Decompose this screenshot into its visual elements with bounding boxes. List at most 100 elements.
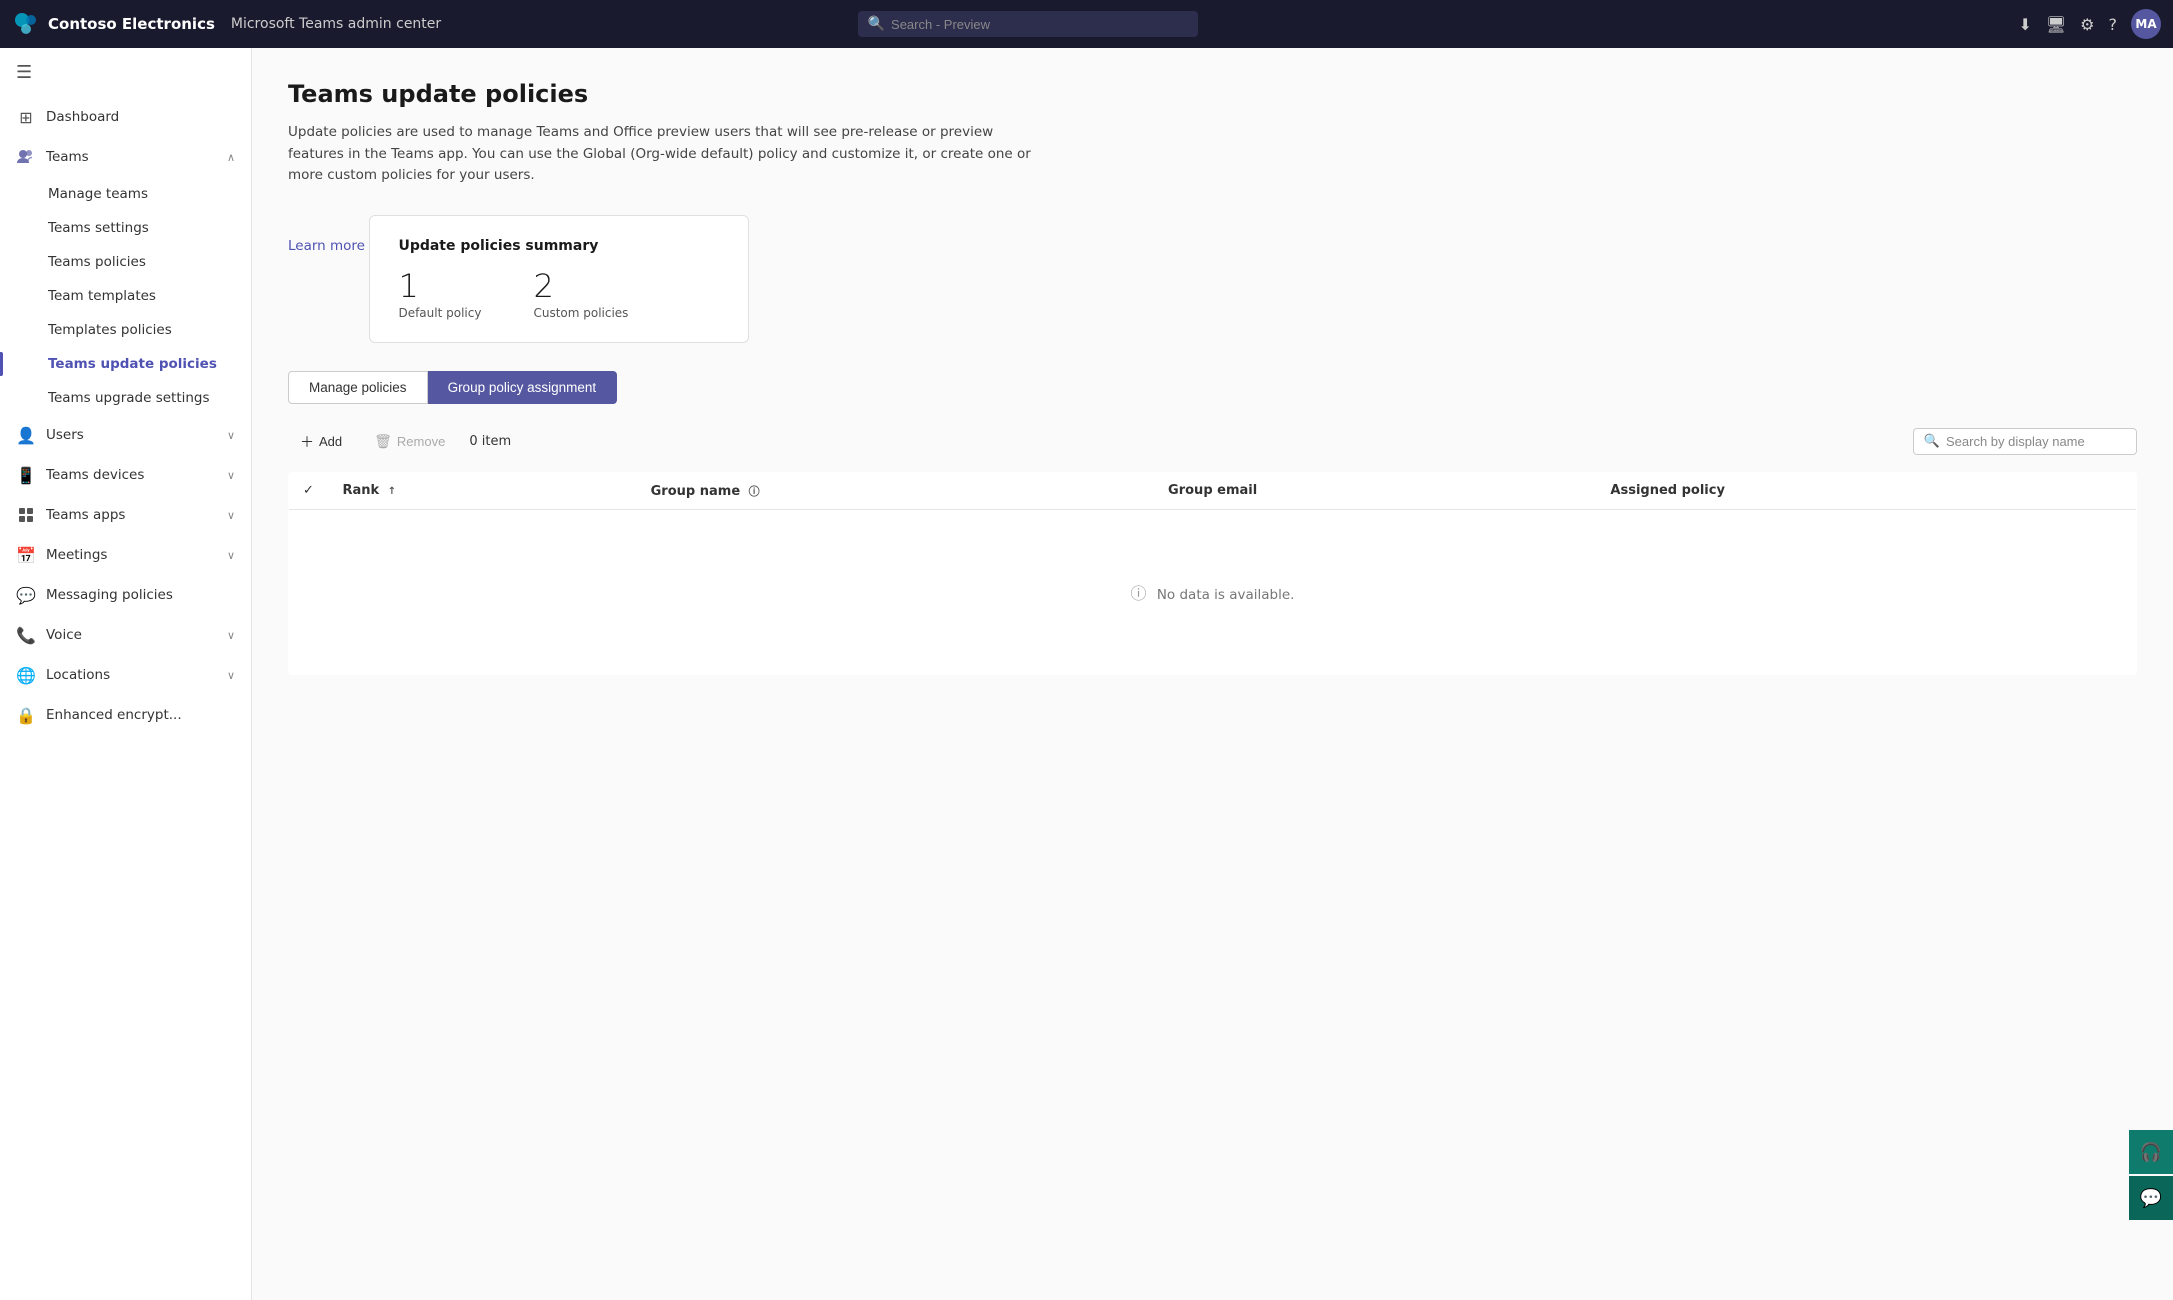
- add-label: Add: [319, 434, 342, 449]
- remove-label: Remove: [397, 434, 445, 449]
- app-body: ☰ ⊞ Dashboard Teams ∧ Manage teams: [0, 48, 2173, 1300]
- headset-icon: 🎧: [2140, 1142, 2162, 1163]
- main-content: Teams update policies Update policies ar…: [252, 48, 2173, 1300]
- headset-button[interactable]: 🎧: [2129, 1130, 2173, 1174]
- no-data-icon: ⓘ: [1131, 584, 1147, 603]
- meetings-icon: 📅: [16, 545, 36, 565]
- sidebar-item-teams-update-policies[interactable]: Teams update policies: [0, 347, 251, 381]
- sidebar-item-manage-teams[interactable]: Manage teams: [0, 177, 251, 211]
- manage-teams-label: Manage teams: [48, 186, 148, 202]
- sidebar-item-enhanced-encrypt[interactable]: 🔒 Enhanced encrypt...: [0, 695, 251, 735]
- summary-card: Update policies summary 1 Default policy…: [369, 215, 749, 343]
- table-search-icon: 🔍: [1924, 434, 1940, 449]
- locations-chevron-icon: ∨: [227, 669, 235, 682]
- sidebar-messaging-label: Messaging policies: [46, 587, 173, 603]
- locations-icon: 🌐: [16, 665, 36, 685]
- brand-name: Contoso Electronics: [48, 15, 215, 33]
- voice-chevron-icon: ∨: [227, 629, 235, 642]
- sidebar-item-teams-policies[interactable]: Teams policies: [0, 245, 251, 279]
- sidebar-item-voice[interactable]: 📞 Voice ∨: [0, 615, 251, 655]
- search-input[interactable]: [891, 17, 1188, 32]
- stat-default-number: 1: [398, 270, 418, 302]
- display-icon[interactable]: 🖥: [2046, 15, 2066, 34]
- hamburger-button[interactable]: ☰: [0, 48, 251, 97]
- sidebar-voice-label: Voice: [46, 627, 82, 643]
- floating-buttons: 🎧 💬: [2129, 1130, 2173, 1220]
- th-group-email: Group email: [1154, 472, 1596, 509]
- meetings-chevron-icon: ∨: [227, 549, 235, 562]
- teams-settings-label: Teams settings: [48, 220, 149, 236]
- sidebar-item-templates-policies[interactable]: Templates policies: [0, 313, 251, 347]
- page-description: Update policies are used to manage Teams…: [288, 122, 1048, 187]
- sidebar-item-users[interactable]: 👤 Users ∨: [0, 415, 251, 455]
- sidebar-item-team-templates[interactable]: Team templates: [0, 279, 251, 313]
- remove-button[interactable]: 🗑 Remove: [362, 427, 457, 456]
- devices-chevron-icon: ∨: [227, 469, 235, 482]
- sidebar-encrypt-label: Enhanced encrypt...: [46, 707, 182, 723]
- chat-icon: 💬: [2140, 1188, 2162, 1209]
- download-icon[interactable]: ⬇: [2018, 15, 2031, 34]
- select-all-checkbox[interactable]: ✓: [303, 483, 314, 498]
- learn-more-link[interactable]: Learn more: [288, 238, 365, 254]
- sidebar-item-locations[interactable]: 🌐 Locations ∨: [0, 655, 251, 695]
- th-rank[interactable]: Rank ↑: [329, 472, 637, 509]
- encrypt-icon: 🔒: [16, 705, 36, 725]
- sidebar-item-teams-devices[interactable]: 📱 Teams devices ∨: [0, 455, 251, 495]
- apps-chevron-icon: ∨: [227, 509, 235, 522]
- toolbar: ＋ Add 🗑 Remove 0 item 🔍: [288, 426, 2137, 458]
- no-data-message: ⓘ No data is available.: [303, 520, 2122, 664]
- topnav: Contoso Electronics Microsoft Teams admi…: [0, 0, 2173, 48]
- teams-policies-label: Teams policies: [48, 254, 146, 270]
- sidebar-teams-apps-label: Teams apps: [46, 507, 125, 523]
- messaging-icon: 💬: [16, 585, 36, 605]
- teams-icon: [16, 147, 36, 167]
- rank-label: Rank: [343, 483, 380, 498]
- rank-sort-icon: ↑: [388, 486, 396, 497]
- settings-icon[interactable]: ⚙: [2080, 15, 2094, 34]
- sidebar-item-messaging-policies[interactable]: 💬 Messaging policies: [0, 575, 251, 615]
- no-data-row: ⓘ No data is available.: [289, 509, 2137, 674]
- trash-icon: 🗑: [374, 433, 392, 450]
- dashboard-icon: ⊞: [16, 107, 36, 127]
- table-header: ✓ Rank ↑ Group name ⓘ Group email Assign: [289, 472, 2137, 509]
- tab-manage-policies[interactable]: Manage policies: [288, 371, 428, 404]
- sidebar-item-teams-apps[interactable]: Teams apps ∨: [0, 495, 251, 535]
- sidebar-teams-devices-label: Teams devices: [46, 467, 144, 483]
- stat-default-label: Default policy: [398, 306, 481, 320]
- th-checkbox: ✓: [289, 472, 329, 509]
- table-search-input[interactable]: [1946, 434, 2126, 449]
- sidebar: ☰ ⊞ Dashboard Teams ∧ Manage teams: [0, 48, 252, 1300]
- sidebar-item-dashboard[interactable]: ⊞ Dashboard: [0, 97, 251, 137]
- sidebar-item-meetings[interactable]: 📅 Meetings ∨: [0, 535, 251, 575]
- stat-default-policy: 1 Default policy: [398, 270, 481, 320]
- team-templates-label: Team templates: [48, 288, 156, 304]
- no-data-text: No data is available.: [1157, 587, 1295, 603]
- table-search[interactable]: 🔍: [1913, 428, 2137, 455]
- global-search[interactable]: 🔍: [858, 11, 1198, 37]
- teams-update-policies-label: Teams update policies: [48, 356, 217, 372]
- sidebar-users-label: Users: [46, 427, 84, 443]
- users-chevron-icon: ∨: [227, 429, 235, 442]
- add-button[interactable]: ＋ Add: [288, 426, 354, 458]
- tab-group-policy-assignment[interactable]: Group policy assignment: [428, 371, 618, 404]
- users-icon: 👤: [16, 425, 36, 445]
- avatar[interactable]: MA: [2131, 9, 2161, 39]
- stat-custom-label: Custom policies: [533, 306, 628, 320]
- brand: Contoso Electronics: [12, 10, 215, 38]
- chat-button[interactable]: 💬: [2129, 1176, 2173, 1220]
- no-data-cell: ⓘ No data is available.: [289, 509, 2137, 674]
- item-count: 0 item: [469, 434, 511, 449]
- sidebar-item-teams-upgrade-settings[interactable]: Teams upgrade settings: [0, 381, 251, 415]
- help-icon[interactable]: ?: [2109, 15, 2118, 34]
- app-title: Microsoft Teams admin center: [231, 16, 441, 32]
- policies-table: ✓ Rank ↑ Group name ⓘ Group email Assign: [288, 472, 2137, 675]
- group-name-info-icon[interactable]: ⓘ: [749, 485, 760, 498]
- sidebar-meetings-label: Meetings: [46, 547, 107, 563]
- templates-policies-label: Templates policies: [48, 322, 172, 338]
- sidebar-locations-label: Locations: [46, 667, 110, 683]
- teams-chevron-icon: ∧: [227, 151, 235, 164]
- page-title: Teams update policies: [288, 80, 2137, 108]
- sidebar-item-teams[interactable]: Teams ∧: [0, 137, 251, 177]
- group-email-label: Group email: [1168, 483, 1257, 498]
- sidebar-item-teams-settings[interactable]: Teams settings: [0, 211, 251, 245]
